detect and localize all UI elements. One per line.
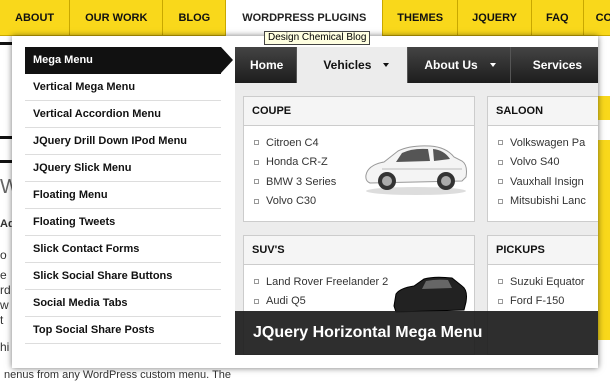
background-fragment: hi [0, 340, 10, 354]
menu-item-vertical-mega-menu[interactable]: Vertical Mega Menu [25, 74, 221, 101]
category-link-label: Volkswagen Pa [510, 136, 586, 149]
category-title: SUV'S [244, 236, 474, 265]
demo-tab-vehicles[interactable]: Vehicles [297, 47, 409, 83]
demo-tab-services[interactable]: Services [511, 47, 598, 83]
site-nav-jquery[interactable]: JQUERY [458, 0, 532, 36]
bullet-icon [498, 179, 503, 185]
caret-down-icon [489, 63, 496, 67]
category-link-label: Volvo S40 [510, 156, 560, 169]
category-link[interactable]: Suzuki Equator [498, 272, 598, 292]
demo-tab-about-us[interactable]: About Us [408, 47, 511, 83]
menu-item-floating-menu[interactable]: Floating Menu [25, 182, 221, 209]
demo-tab-label: About Us [424, 58, 478, 72]
background-body-text: nenus from any WordPress custom menu. Th… [4, 369, 232, 381]
bullet-icon [254, 198, 259, 204]
background-fragment: o [0, 248, 7, 262]
background-fragment: e [0, 268, 7, 282]
menu-item-top-social-share-posts[interactable]: Top Social Share Posts [25, 317, 221, 344]
bullet-icon [498, 298, 503, 304]
bullet-icon [498, 159, 503, 165]
bullet-icon [254, 140, 259, 146]
category-link-label: Land Rover Freelander 2 [266, 275, 389, 288]
site-nav-blog[interactable]: BLOG [163, 0, 227, 36]
menu-item-jquery-drill-down-ipod-menu[interactable]: JQuery Drill Down IPod Menu [25, 128, 221, 155]
category-link-label: Audi Q5 [266, 295, 306, 308]
demo-caption: JQuery Horizontal Mega Menu [235, 311, 598, 355]
bullet-icon [498, 140, 503, 146]
category-link-label: Suzuki Equator [510, 275, 585, 288]
category-link-label: Volvo C30 [266, 195, 317, 208]
demo-tab-label: Services [532, 58, 583, 72]
menu-item-floating-tweets[interactable]: Floating Tweets [25, 209, 221, 236]
category-link-label: Citroen C4 [266, 136, 319, 149]
category-link-label: BMW 3 Series [266, 175, 337, 188]
category-link[interactable]: Volvo S40 [498, 153, 598, 173]
tooltip: Design Chemical Blog [264, 31, 371, 45]
site-nav-about[interactable]: ABOUT [0, 0, 71, 36]
category-link[interactable]: Mitsubishi Lanc [498, 192, 598, 212]
demo-preview: Home Vehicles About Us Services COUPE Ci… [235, 47, 598, 355]
background-yellow-block [596, 140, 610, 340]
demo-tab-label: Home [250, 58, 284, 72]
site-nav-faq[interactable]: FAQ [532, 0, 584, 36]
background-yellow-block [596, 96, 610, 120]
menu-item-slick-social-share-buttons[interactable]: Slick Social Share Buttons [25, 263, 221, 290]
white-car-image [365, 145, 467, 195]
caret-down-icon [383, 63, 390, 67]
category-link[interactable]: Volkswagen Pa [498, 133, 598, 153]
category-link-label: Honda CR-Z [266, 156, 328, 169]
category-title: COUPE [244, 97, 474, 126]
bullet-icon [254, 298, 259, 304]
category-coupe: COUPE Citroen C4 Honda CR-Z BMW 3 Series… [243, 96, 475, 222]
menu-item-mega-menu[interactable]: Mega Menu [25, 47, 233, 74]
category-title: SALOON [488, 97, 598, 126]
bullet-icon [254, 159, 259, 165]
menu-item-slick-contact-forms[interactable]: Slick Contact Forms [25, 236, 221, 263]
background-fragment: rd [0, 283, 11, 297]
category-link-label: Mitsubishi Lanc [510, 195, 586, 208]
menu-item-vertical-accordion-menu[interactable]: Vertical Accordion Menu [25, 101, 221, 128]
background-fragment: t [0, 313, 4, 327]
category-link[interactable]: Ford F-150 [498, 292, 598, 312]
bullet-icon [498, 198, 503, 204]
bullet-icon [254, 179, 259, 185]
site-nav-themes[interactable]: THEMES [383, 0, 459, 36]
site-nav-contact[interactable]: CONT [584, 0, 610, 36]
menu-item-jquery-slick-menu[interactable]: JQuery Slick Menu [25, 155, 221, 182]
site-nav-our-work[interactable]: OUR WORK [70, 0, 164, 36]
demo-menu-bar: Home Vehicles About Us Services [235, 47, 598, 83]
demo-tab-label: Vehicles [323, 58, 372, 72]
category-link-label: Ford F-150 [510, 295, 565, 308]
category-link-label: Vauxhall Insign [510, 175, 584, 188]
category-saloon: SALOON Volkswagen Pa Volvo S40 Vauxhall … [487, 96, 598, 222]
category-link[interactable]: Vauxhall Insign [498, 172, 598, 192]
menu-item-social-media-tabs[interactable]: Social Media Tabs [25, 290, 221, 317]
background-fragment: w [0, 298, 9, 312]
bullet-icon [498, 279, 503, 285]
plugin-menu-list: Mega Menu Vertical Mega Menu Vertical Ac… [25, 47, 233, 344]
dark-suv-image [393, 276, 467, 313]
category-title: PICKUPS [488, 236, 598, 265]
bullet-icon [254, 279, 259, 285]
demo-tab-home[interactable]: Home [235, 47, 298, 83]
mega-menu-panel: Mega Menu Vertical Mega Menu Vertical Ac… [12, 36, 598, 368]
